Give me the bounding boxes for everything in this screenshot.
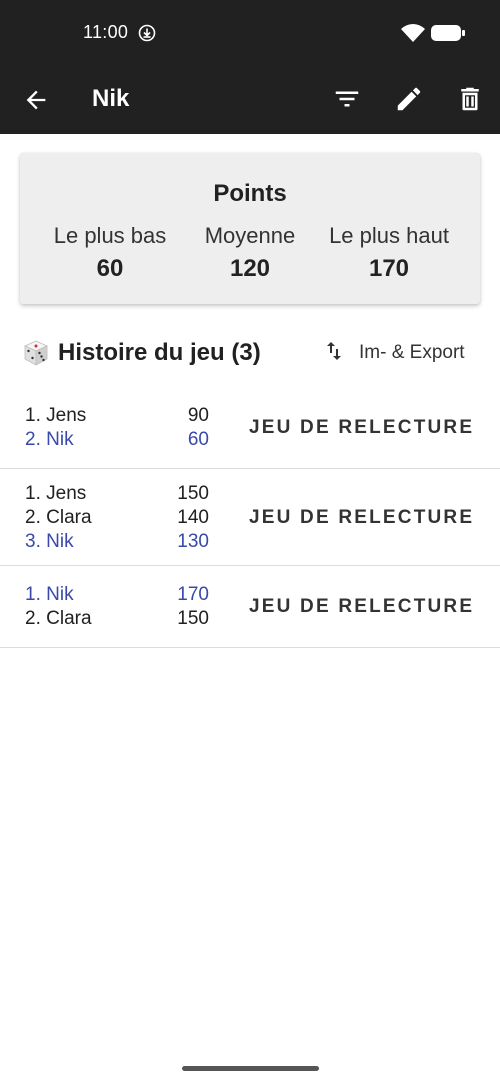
player-name: 3. Nik (25, 531, 74, 552)
battery-icon (431, 25, 465, 41)
player-score-row: 2. Clara 140 (25, 507, 209, 531)
player-score-row: 1. Jens 150 (25, 483, 209, 507)
game-history-header: Histoire du jeu (3) Im- & Export (0, 330, 500, 376)
lowest-label: Le plus bas (53, 223, 167, 248)
player-score: 150 (177, 608, 209, 629)
player-name: 1. Jens (25, 405, 87, 426)
player-score-row: 1. Nik 170 (25, 584, 209, 608)
wifi-icon (401, 24, 425, 42)
average-label: Moyenne (204, 223, 296, 248)
history-title: Histoire du jeu (3) (58, 339, 261, 366)
average-value: 120 (229, 255, 271, 282)
average-score-stat: Moyenne 120 (175, 223, 325, 283)
player-score: 90 (187, 405, 209, 426)
player-score-row: 3. Nik 130 (25, 531, 209, 555)
player-name: 1. Jens (25, 483, 87, 504)
replay-game-button[interactable]: JEU DE RELECTURE (249, 417, 474, 439)
back-arrow-icon[interactable] (22, 86, 50, 114)
player-score: 170 (177, 584, 209, 605)
game-history-item: 1. Nik 170 2. Clara 150 JEU DE RELECTURE (0, 566, 500, 648)
points-stats-card: Points Le plus bas 60 Moyenne 120 Le plu… (20, 153, 480, 304)
swap-vertical-icon (327, 342, 341, 360)
player-name: 2. Clara (25, 507, 92, 528)
player-score: 60 (187, 429, 209, 450)
highest-score-stat: Le plus haut 170 (314, 223, 464, 283)
dice-icon (24, 340, 48, 366)
player-name: 2. Clara (25, 608, 92, 629)
home-indicator[interactable] (182, 1066, 319, 1071)
game-history-item: 1. Jens 150 2. Clara 140 3. Nik 130 JEU … (0, 469, 500, 566)
player-score: 140 (177, 507, 209, 528)
player-name: 2. Nik (25, 429, 74, 450)
player-score: 150 (177, 483, 209, 504)
highest-value: 170 (368, 255, 410, 282)
player-score: 130 (177, 531, 209, 552)
player-name: 1. Nik (25, 584, 74, 605)
delete-icon[interactable] (455, 84, 485, 114)
points-title: Points (213, 180, 287, 207)
filter-icon[interactable] (332, 84, 362, 114)
import-export-label: Im- & Export (359, 342, 465, 363)
status-time: 11:00 (83, 22, 129, 42)
game-history-item: 1. Jens 90 2. Nik 60 JEU DE RELECTURE (0, 390, 500, 469)
edit-icon[interactable] (394, 84, 424, 114)
lowest-value: 60 (96, 255, 124, 282)
replay-game-button[interactable]: JEU DE RELECTURE (249, 596, 474, 618)
download-status-icon (138, 24, 156, 42)
app-bar: Nik (0, 64, 500, 134)
highest-label: Le plus haut (329, 223, 449, 248)
page-title: Nik (92, 85, 130, 112)
player-score-row: 2. Clara 150 (25, 608, 209, 632)
replay-game-button[interactable]: JEU DE RELECTURE (249, 507, 474, 529)
status-bar: 11:00 (0, 0, 500, 64)
player-score-row: 1. Jens 90 (25, 405, 209, 429)
player-score-row: 2. Nik 60 (25, 429, 209, 453)
lowest-score-stat: Le plus bas 60 (35, 223, 185, 283)
